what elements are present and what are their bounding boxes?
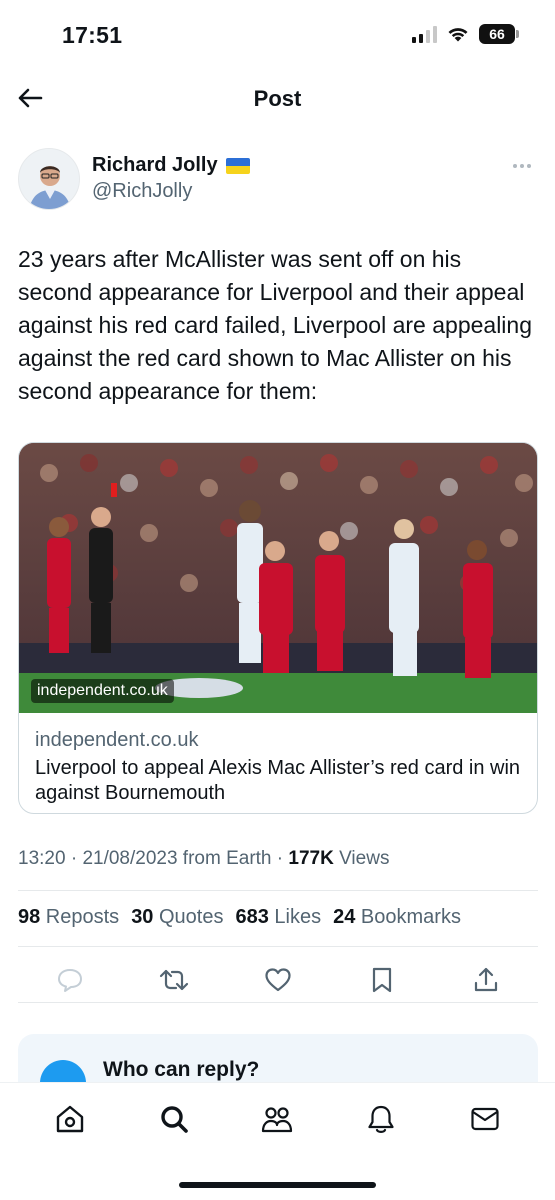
battery-level: 66: [489, 26, 505, 42]
engagement-stats: 98 Reposts 30 Quotes 683 Likes 24 Bookma…: [18, 906, 461, 929]
signal-icon: [412, 25, 437, 43]
link-card[interactable]: independent.co.uk independent.co.uk Live…: [18, 442, 538, 814]
reposts-stat[interactable]: 98 Reposts: [18, 906, 119, 929]
avatar-image: [19, 149, 79, 209]
reply-icon: [58, 969, 82, 992]
meta-separator: ·: [65, 848, 83, 869]
home-icon: [56, 1105, 84, 1133]
bookmark-icon: [372, 967, 392, 993]
repost-icon: [159, 969, 189, 991]
nav-notifications[interactable]: [361, 1099, 401, 1139]
ukraine-flag-icon: [225, 157, 250, 174]
nav-home[interactable]: [50, 1099, 90, 1139]
post-time: 13:20: [18, 848, 66, 869]
nav-messages[interactable]: [465, 1099, 505, 1139]
divider: [18, 1002, 538, 1003]
author-name[interactable]: Richard Jolly: [92, 154, 250, 177]
meta-separator: ·: [271, 848, 289, 869]
link-card-body: independent.co.uk Liverpool to appeal Al…: [19, 713, 537, 806]
bottom-nav-items: [0, 1099, 555, 1139]
wifi-icon: [448, 28, 468, 42]
communities-icon: [262, 1107, 293, 1133]
reply-settings-title: Who can reply?: [103, 1058, 260, 1081]
divider: [18, 890, 538, 891]
post-author: Richard Jolly @RichJolly: [18, 148, 538, 212]
repost-button[interactable]: [156, 962, 192, 998]
status-time: 17:51: [62, 22, 123, 48]
home-indicator[interactable]: [179, 1182, 376, 1188]
status-bar: 17:51 66: [0, 0, 555, 72]
football-photo: [19, 443, 537, 713]
post-text: 23 years after McAllister was sent off o…: [18, 246, 532, 404]
messages-icon: [471, 1107, 499, 1131]
like-icon: [265, 968, 291, 992]
bookmarks-stat[interactable]: 24 Bookmarks: [333, 906, 461, 929]
nav-communities[interactable]: [257, 1099, 297, 1139]
divider: [18, 946, 538, 947]
post-source: from Earth: [177, 848, 272, 869]
quotes-stat[interactable]: 30 Quotes: [131, 906, 223, 929]
more-dots-icon[interactable]: [508, 156, 536, 176]
battery-icon: 66: [479, 24, 519, 44]
reply-button[interactable]: [52, 962, 88, 998]
likes-stat[interactable]: 683 Likes: [235, 906, 321, 929]
post-meta: 13:20 · 21/08/2023 from Earth · 177K Vie…: [18, 848, 389, 870]
search-icon: [160, 1106, 188, 1133]
link-card-domain: independent.co.uk: [35, 729, 199, 751]
link-card-image[interactable]: independent.co.uk: [19, 443, 537, 713]
header: Post: [0, 72, 555, 126]
bookmark-button[interactable]: [364, 962, 400, 998]
like-button[interactable]: [260, 962, 296, 998]
link-card-title: Liverpool to appeal Alexis Mac Allister’…: [35, 757, 521, 804]
image-domain-label: independent.co.uk: [31, 679, 174, 703]
action-bar: [18, 960, 538, 1000]
views-label[interactable]: Views: [334, 848, 389, 869]
share-button[interactable]: [468, 962, 504, 998]
page-title: Post: [253, 86, 302, 111]
notifications-icon: [368, 1105, 394, 1133]
views-count[interactable]: 177K: [288, 848, 333, 869]
nav-search[interactable]: [154, 1099, 194, 1139]
bottom-nav: [0, 1082, 555, 1200]
share-icon: [474, 967, 498, 992]
post-date: 21/08/2023: [82, 848, 178, 869]
author-handle[interactable]: @RichJolly: [92, 180, 192, 203]
author-name-text: Richard Jolly: [92, 154, 218, 176]
avatar[interactable]: [18, 148, 80, 210]
status-icons: 66: [412, 24, 519, 44]
